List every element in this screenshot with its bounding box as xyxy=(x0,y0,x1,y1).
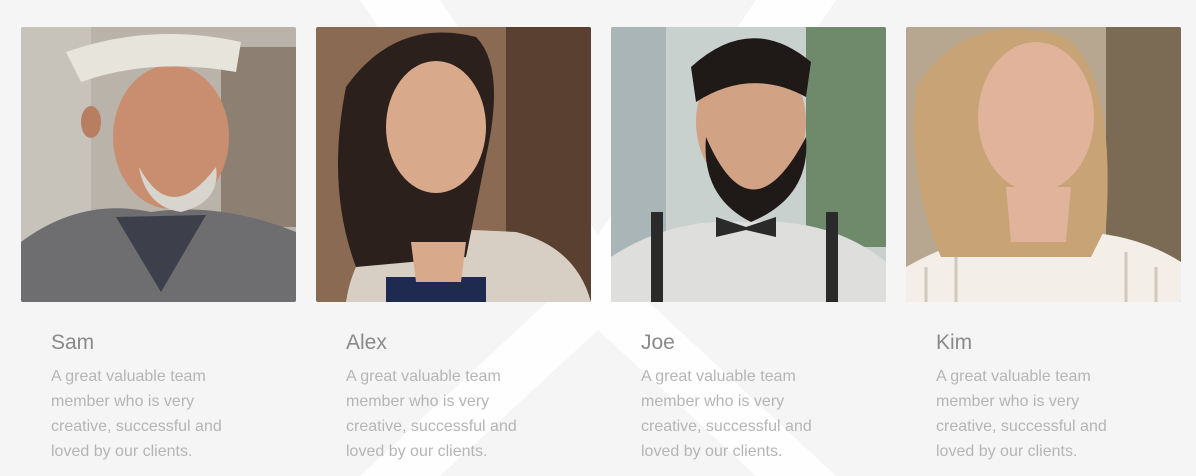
team-member-card-joe: Joe A great valuable team member who is … xyxy=(611,27,886,464)
team-member-photo-joe xyxy=(611,27,886,302)
team-member-photo-kim xyxy=(906,27,1181,302)
team-member-photo-sam xyxy=(21,27,296,302)
team-member-card-sam: Sam A great valuable team member who is … xyxy=(21,27,296,464)
portrait-photo-icon xyxy=(316,27,591,302)
team-member-name: Joe xyxy=(641,331,675,354)
team-member-name: Sam xyxy=(51,331,95,354)
team-member-card-kim: Kim A great valuable team member who is … xyxy=(906,27,1181,464)
team-member-bio: A great valuable team member who is very… xyxy=(346,368,517,460)
portrait-photo-icon xyxy=(906,27,1181,302)
team-member-bio: A great valuable team member who is very… xyxy=(641,368,812,460)
portrait-photo-icon xyxy=(21,27,296,302)
team-member-photo-alex xyxy=(316,27,591,302)
portrait-photo-icon xyxy=(611,27,886,302)
team-grid: Sam A great valuable team member who is … xyxy=(21,27,1181,464)
team-member-card-alex: Alex A great valuable team member who is… xyxy=(316,27,591,464)
team-member-name: Kim xyxy=(936,331,973,354)
team-member-bio: A great valuable team member who is very… xyxy=(936,368,1107,460)
team-member-name: Alex xyxy=(346,331,387,354)
team-member-bio: A great valuable team member who is very… xyxy=(51,368,222,460)
